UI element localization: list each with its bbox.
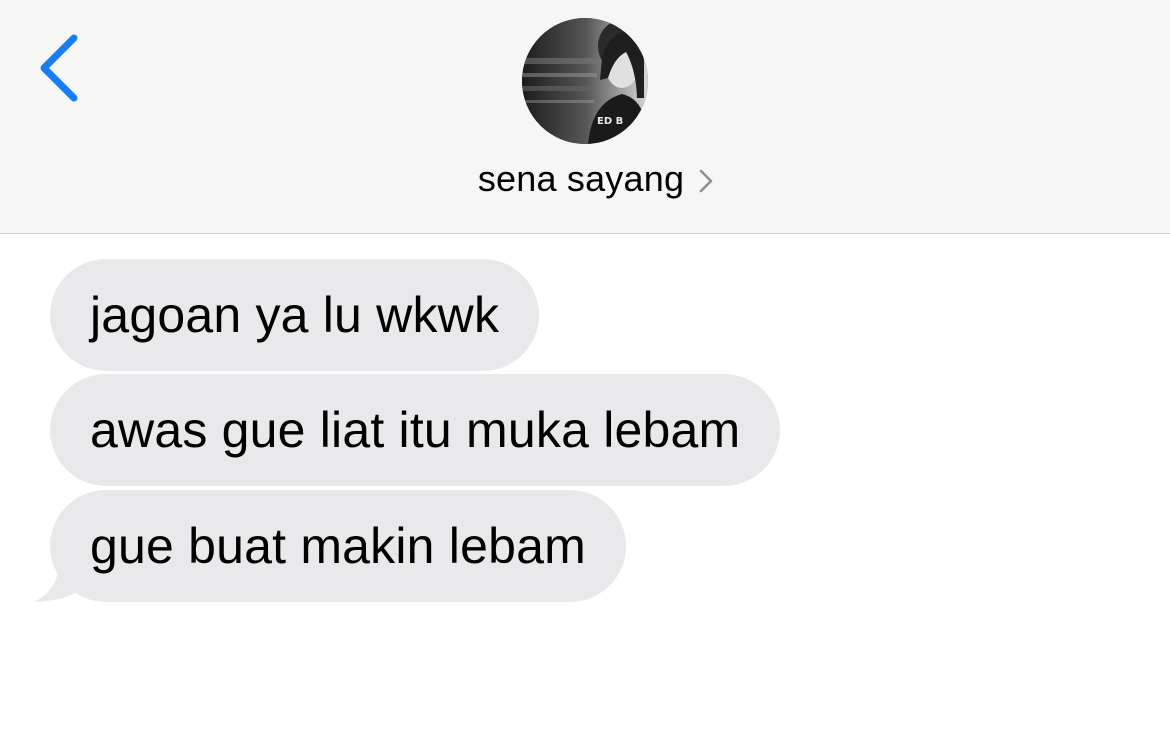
contact-name: sena sayang [477, 158, 685, 199]
contact-photo: ED B [522, 18, 648, 144]
contact-details-link[interactable]: sena sayang [0, 156, 1170, 202]
message-text: awas gue liat itu muka lebam [90, 402, 741, 458]
chevron-right-icon [698, 168, 714, 194]
svg-text:ED B: ED B [597, 116, 623, 127]
avatar[interactable]: ED B [522, 18, 648, 144]
incoming-message-bubble[interactable]: awas gue liat itu muka lebam [50, 374, 781, 486]
incoming-message-bubble[interactable]: gue buat makin lebam [50, 490, 626, 602]
back-button[interactable] [34, 30, 90, 106]
chevron-left-icon [40, 34, 78, 102]
message-text: jagoan ya lu wkwk [90, 287, 500, 343]
conversation-header: ED B sena sayang [0, 0, 1170, 234]
incoming-message-bubble[interactable]: jagoan ya lu wkwk [50, 259, 540, 371]
message-thread: jagoan ya lu wkwk awas gue liat itu muka… [0, 234, 1170, 744]
message-text: gue buat makin lebam [90, 518, 586, 574]
